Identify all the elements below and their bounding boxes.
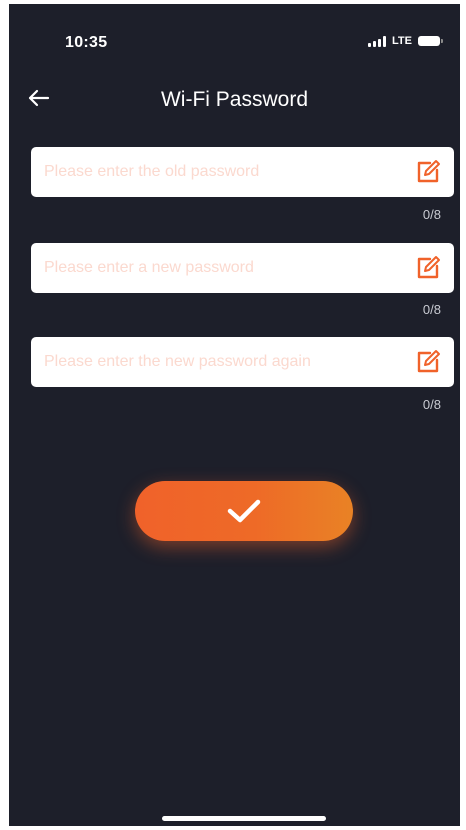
new-password-field-container [31, 243, 454, 293]
new-password-counter: 0/8 [422, 302, 441, 317]
new-password-input[interactable] [44, 243, 404, 293]
edit-icon[interactable] [414, 254, 442, 282]
status-time: 10:35 [65, 34, 108, 51]
battery-icon [418, 36, 443, 46]
checkmark-icon [227, 499, 261, 523]
home-indicator [162, 816, 326, 821]
old-password-field-container [31, 147, 454, 197]
phone-screen: 10:35 LTE Wi-Fi Password 0/8 0/8 0/8 [9, 4, 460, 826]
signal-icon [368, 35, 387, 47]
old-password-input[interactable] [44, 147, 404, 197]
page-title: Wi-Fi Password [160, 88, 308, 111]
edit-icon[interactable] [414, 348, 442, 376]
network-type: LTE [392, 35, 412, 47]
status-indicators: LTE [368, 35, 443, 47]
confirm-button[interactable] [135, 481, 353, 541]
old-password-counter: 0/8 [422, 207, 441, 222]
confirm-password-input[interactable] [44, 337, 404, 387]
confirm-password-field-container [31, 337, 454, 387]
confirm-password-counter: 0/8 [422, 397, 441, 412]
edit-icon[interactable] [414, 158, 442, 186]
